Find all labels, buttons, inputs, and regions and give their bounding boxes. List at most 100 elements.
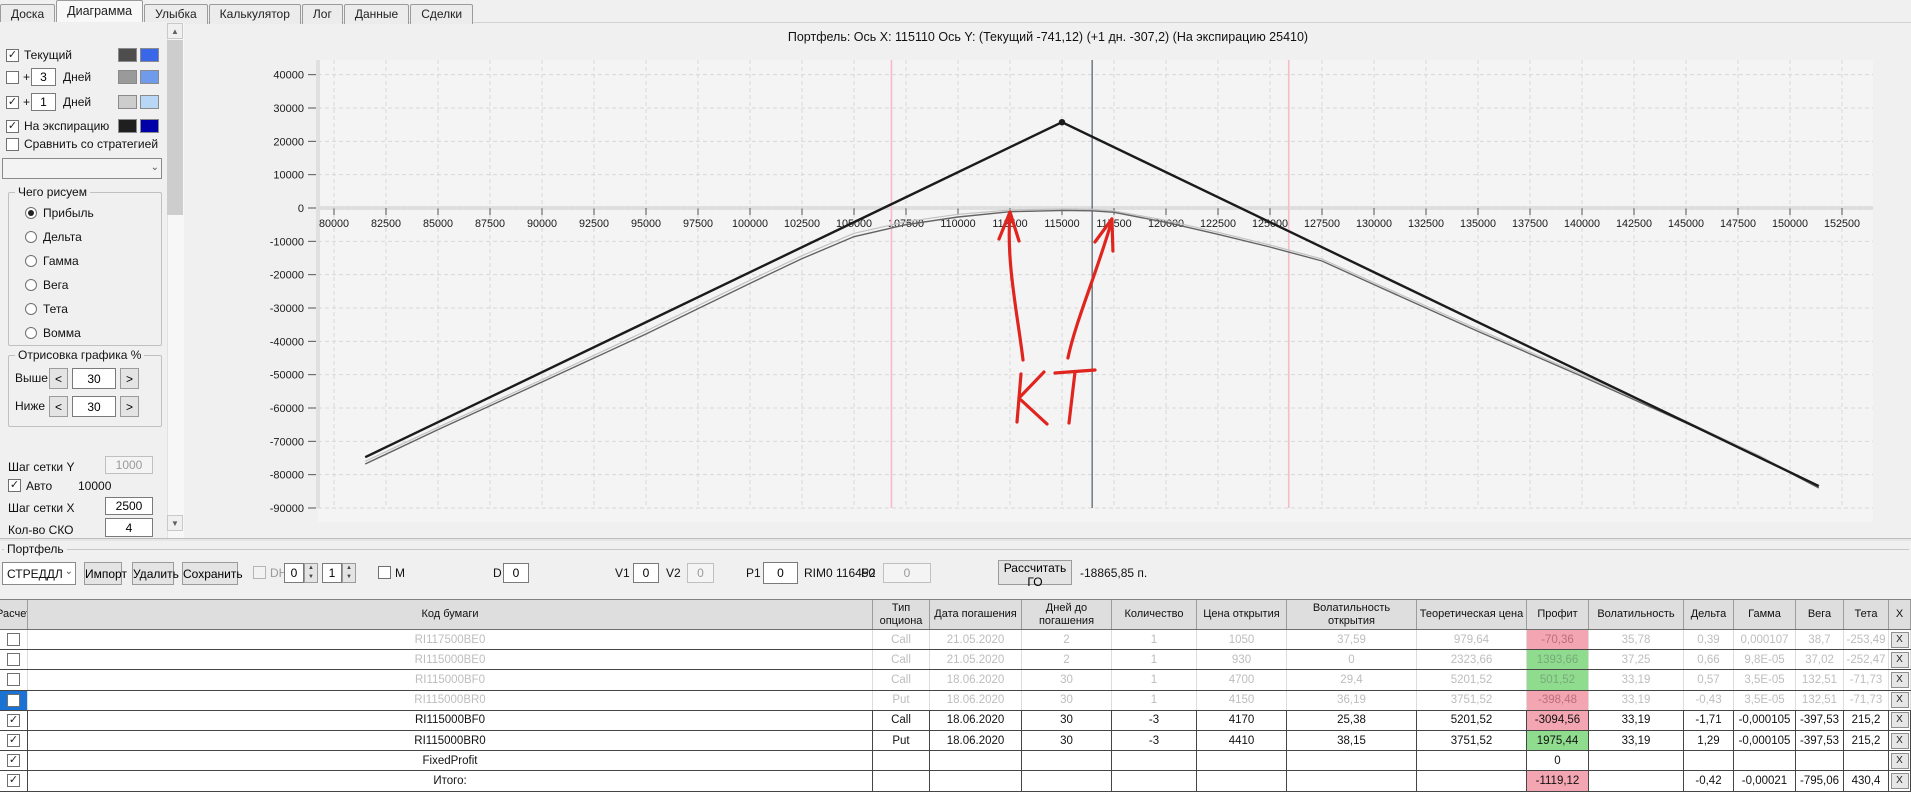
- tab-deals[interactable]: Сделки: [410, 4, 474, 24]
- column-header[interactable]: Профит: [1527, 600, 1589, 629]
- radio-Прибыль[interactable]: [25, 207, 37, 219]
- tab-data[interactable]: Данные: [343, 4, 410, 24]
- days-input-plus-1-day[interactable]: [31, 93, 56, 111]
- legend-checkbox-compare-strategy[interactable]: [6, 138, 19, 151]
- row-calc-cell[interactable]: ✓: [0, 771, 28, 791]
- table-row[interactable]: RI115000BR0 Put 18.06.2020 30 1 4150 36,19 3751…: [0, 690, 1911, 711]
- remove-row-button[interactable]: X: [1890, 752, 1909, 769]
- calc-margin-button[interactable]: Рассчитать ГО: [998, 560, 1072, 589]
- table-row[interactable]: RI115000BE0 Call 21.05.2020 2 1 930 0 2323,66 13…: [0, 650, 1911, 671]
- legend-checkbox-plus-3-days[interactable]: [6, 71, 19, 84]
- strategy-select[interactable]: СТРЕДДЛ ⌄: [2, 562, 76, 585]
- remove-row-button[interactable]: X: [1890, 671, 1909, 688]
- delete-button[interactable]: Удалить: [132, 562, 179, 585]
- row-calc-cell[interactable]: [0, 630, 28, 650]
- column-header[interactable]: Дней до погашения: [1022, 600, 1112, 629]
- tab-calculator[interactable]: Калькулятор: [208, 4, 301, 24]
- color-swatch-fill[interactable]: [140, 95, 159, 109]
- row-checkbox[interactable]: ✓: [7, 754, 20, 768]
- tab-log[interactable]: Лог: [301, 4, 343, 24]
- radio-Вега[interactable]: [25, 279, 37, 291]
- table-row[interactable]: ✓ RI115000BR0 Put 18.06.2020 30 -3 4410 38,15 37…: [0, 730, 1911, 752]
- color-swatch-fill[interactable]: [140, 119, 159, 133]
- tab-diagram[interactable]: Диаграмма: [56, 0, 144, 24]
- radio-Гамма[interactable]: [25, 255, 37, 267]
- increment-button[interactable]: >: [120, 396, 139, 417]
- tab-smile[interactable]: Улыбка: [144, 4, 208, 24]
- strategy-compare-select[interactable]: ⌄: [2, 158, 162, 179]
- row-checkbox[interactable]: [7, 653, 20, 667]
- v1-input[interactable]: [633, 563, 659, 583]
- color-swatch-line[interactable]: [118, 95, 137, 109]
- auto-checkbox[interactable]: ✓: [8, 479, 21, 492]
- row-calc-cell[interactable]: [0, 670, 28, 690]
- table-row[interactable]: ✓ Итого: -1119,12 -0,42 -0,00021 -795,06 430,4…: [0, 771, 1911, 792]
- p1-input[interactable]: [763, 562, 798, 584]
- table-row[interactable]: ✓ FixedProfit 0 X: [0, 751, 1911, 772]
- column-header[interactable]: Расчет: [0, 600, 28, 629]
- row-calc-cell[interactable]: [0, 650, 28, 670]
- row-calc-cell[interactable]: [0, 690, 28, 710]
- row-calc-cell[interactable]: ✓: [0, 730, 28, 751]
- column-header[interactable]: Гамма: [1734, 600, 1796, 629]
- row-checkbox[interactable]: [7, 693, 20, 707]
- days-input-plus-3-days[interactable]: [31, 68, 56, 86]
- color-swatch-line[interactable]: [118, 48, 137, 62]
- spinner-arrows-icon[interactable]: ▲ ▼: [304, 563, 318, 583]
- table-row[interactable]: RI115000BF0 Call 18.06.2020 30 1 4700 29,4 5201…: [0, 670, 1911, 691]
- p2-input[interactable]: [883, 563, 931, 583]
- grid-y-input[interactable]: [105, 456, 153, 474]
- color-swatch-fill[interactable]: [140, 70, 159, 84]
- remove-row-button[interactable]: X: [1890, 712, 1909, 729]
- spinner-arrows-icon[interactable]: ▲ ▼: [342, 563, 356, 583]
- table-row[interactable]: RI117500BE0 Call 21.05.2020 2 1 1050 37,59 979,…: [0, 630, 1911, 651]
- remove-row-button[interactable]: X: [1890, 651, 1909, 668]
- row-checkbox[interactable]: [7, 633, 20, 647]
- decrement-button[interactable]: <: [49, 368, 68, 389]
- remove-row-button[interactable]: X: [1890, 732, 1909, 749]
- remove-row-button[interactable]: X: [1890, 772, 1909, 789]
- color-swatch-fill[interactable]: [140, 48, 159, 62]
- column-header[interactable]: X: [1889, 600, 1911, 629]
- tab-board[interactable]: Доска: [0, 4, 56, 24]
- grid-x-input[interactable]: [105, 497, 153, 515]
- column-header[interactable]: Тип опциона: [873, 600, 930, 629]
- color-swatch-line[interactable]: [118, 70, 137, 84]
- column-header[interactable]: Количество: [1112, 600, 1197, 629]
- radio-Тета[interactable]: [25, 303, 37, 315]
- increment-button[interactable]: >: [120, 368, 139, 389]
- row-calc-cell[interactable]: ✓: [0, 710, 28, 730]
- scroll-up-icon[interactable]: ▲: [167, 23, 183, 39]
- column-header[interactable]: Дельта: [1684, 600, 1734, 629]
- row-checkbox[interactable]: ✓: [7, 713, 20, 727]
- radio-Дельта[interactable]: [25, 231, 37, 243]
- dh-checkbox[interactable]: [253, 566, 266, 579]
- range-input[interactable]: [72, 396, 116, 417]
- sko-count-input[interactable]: [105, 518, 153, 537]
- column-header[interactable]: Цена открытия: [1197, 600, 1287, 629]
- remove-row-button[interactable]: X: [1890, 692, 1909, 709]
- d-input[interactable]: [503, 563, 529, 583]
- range-input[interactable]: [72, 368, 116, 389]
- legend-checkbox-current[interactable]: ✓: [6, 49, 19, 62]
- m-checkbox[interactable]: [378, 566, 391, 579]
- row-calc-cell[interactable]: ✓: [0, 751, 28, 771]
- legend-checkbox-at-expiration[interactable]: ✓: [6, 120, 19, 133]
- column-header[interactable]: Волатильность открытия: [1287, 600, 1417, 629]
- column-header[interactable]: Дата погашения: [930, 600, 1022, 629]
- decrement-button[interactable]: <: [49, 396, 68, 417]
- legend-checkbox-plus-1-day[interactable]: ✓: [6, 96, 19, 109]
- column-header[interactable]: Код бумаги: [28, 600, 873, 629]
- table-row[interactable]: ✓ RI115000BF0 Call 18.06.2020 30 -3 4170 25,38 5…: [0, 710, 1911, 731]
- save-button[interactable]: Сохранить: [182, 562, 243, 585]
- color-swatch-line[interactable]: [118, 119, 137, 133]
- scroll-down-icon[interactable]: ▼: [167, 515, 183, 531]
- row-checkbox[interactable]: [7, 673, 20, 687]
- column-header[interactable]: Тета: [1844, 600, 1889, 629]
- radio-Вомма[interactable]: [25, 327, 37, 339]
- column-header[interactable]: Вега: [1796, 600, 1844, 629]
- column-header[interactable]: Волатильность: [1589, 600, 1684, 629]
- import-button[interactable]: Импорт: [84, 562, 127, 585]
- remove-row-button[interactable]: X: [1890, 631, 1909, 648]
- column-header[interactable]: Теоретическая цена: [1417, 600, 1527, 629]
